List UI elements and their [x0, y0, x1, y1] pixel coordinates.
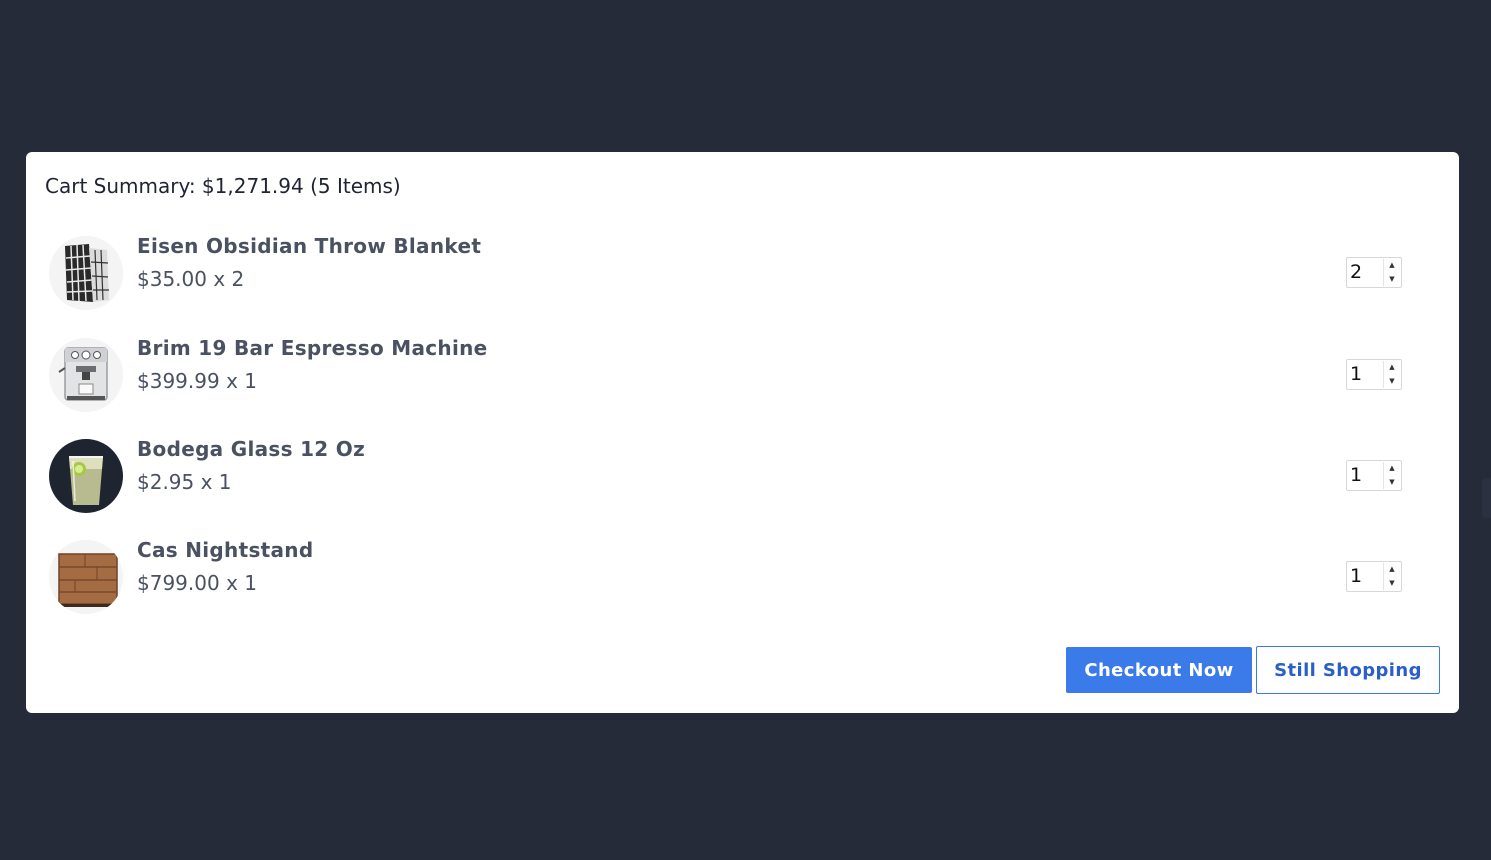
cart-item: Cas Nightstand $799.00 x 1 1 ▲ ▼ [26, 538, 1459, 620]
item-price: $799.00 x 1 [137, 571, 257, 595]
quantity-stepper[interactable]: 1 ▲ ▼ [1346, 561, 1402, 592]
espresso-machine-thumbnail [49, 338, 123, 412]
cart-summary-modal: Cart Summary: $1,271.94 (5 Items) Eisen … [26, 152, 1459, 713]
increment-icon[interactable]: ▲ [1384, 259, 1400, 272]
page-edge-tab [1482, 478, 1491, 518]
cart-item: Brim 19 Bar Espresso Machine $399.99 x 1… [26, 336, 1459, 418]
quantity-value[interactable]: 1 [1350, 363, 1362, 385]
nightstand-thumbnail [49, 540, 123, 614]
item-name: Eisen Obsidian Throw Blanket [137, 234, 482, 258]
quantity-spinner[interactable]: ▲ ▼ [1383, 259, 1400, 286]
increment-icon[interactable]: ▲ [1384, 361, 1400, 374]
quantity-stepper[interactable]: 1 ▲ ▼ [1346, 359, 1402, 390]
item-name: Bodega Glass 12 Oz [137, 437, 366, 461]
item-name: Cas Nightstand [137, 538, 314, 562]
decrement-icon[interactable]: ▼ [1384, 273, 1400, 286]
cart-summary-title: Cart Summary: $1,271.94 (5 Items) [45, 174, 401, 198]
increment-icon[interactable]: ▲ [1384, 563, 1400, 576]
quantity-value[interactable]: 2 [1350, 261, 1362, 283]
item-price: $2.95 x 1 [137, 470, 232, 494]
checkout-now-button[interactable]: Checkout Now [1066, 647, 1252, 693]
throw-blanket-thumbnail [49, 236, 123, 310]
decrement-icon[interactable]: ▼ [1384, 375, 1400, 388]
glass-thumbnail [49, 439, 123, 513]
increment-icon[interactable]: ▲ [1384, 462, 1400, 475]
decrement-icon[interactable]: ▼ [1384, 476, 1400, 489]
cart-item: Eisen Obsidian Throw Blanket $35.00 x 2 … [26, 234, 1459, 316]
decrement-icon[interactable]: ▼ [1384, 577, 1400, 590]
quantity-value[interactable]: 1 [1350, 565, 1362, 587]
quantity-spinner[interactable]: ▲ ▼ [1383, 462, 1400, 489]
quantity-spinner[interactable]: ▲ ▼ [1383, 361, 1400, 388]
quantity-spinner[interactable]: ▲ ▼ [1383, 563, 1400, 590]
cart-item: Bodega Glass 12 Oz $2.95 x 1 1 ▲ ▼ [26, 437, 1459, 519]
item-price: $399.99 x 1 [137, 369, 257, 393]
quantity-value[interactable]: 1 [1350, 464, 1362, 486]
item-price: $35.00 x 2 [137, 267, 245, 291]
item-name: Brim 19 Bar Espresso Machine [137, 336, 488, 360]
still-shopping-button[interactable]: Still Shopping [1256, 646, 1440, 694]
quantity-stepper[interactable]: 2 ▲ ▼ [1346, 257, 1402, 288]
quantity-stepper[interactable]: 1 ▲ ▼ [1346, 460, 1402, 491]
